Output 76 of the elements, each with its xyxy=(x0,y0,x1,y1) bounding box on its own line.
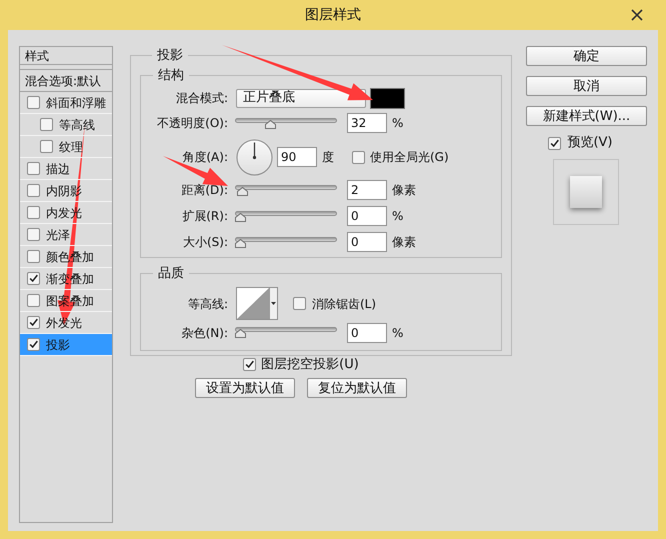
group-title: 结构 xyxy=(157,66,185,84)
input-field[interactable]: 0 xyxy=(347,322,387,342)
slider[interactable] xyxy=(235,118,337,128)
checkbox[interactable] xyxy=(548,136,562,150)
unit-label: 度 xyxy=(322,149,334,166)
preview-thumbnail xyxy=(553,159,619,225)
item-label: 等高线 xyxy=(59,116,95,134)
group-title: 品质 xyxy=(157,265,185,283)
field-label: 角度(A): xyxy=(181,149,229,166)
button[interactable]: 取消 xyxy=(526,76,647,96)
close-icon[interactable] xyxy=(630,8,644,22)
checkbox-label: 图层挖空投影(U) xyxy=(261,356,359,374)
slider[interactable] xyxy=(235,210,337,222)
list-item[interactable]: 图案叠加 xyxy=(20,290,112,312)
checkbox[interactable] xyxy=(27,294,40,307)
list-item[interactable]: 纹理 xyxy=(20,136,112,158)
checkbox[interactable] xyxy=(27,272,40,285)
button[interactable]: 确定 xyxy=(526,46,647,66)
field-label: 不透明度(O): xyxy=(156,115,229,132)
slider[interactable] xyxy=(235,236,337,248)
list-item[interactable]: 描边 xyxy=(20,158,112,180)
button[interactable]: 设置为默认值 xyxy=(195,378,295,398)
checkbox[interactable] xyxy=(27,250,40,263)
item-label: 描边 xyxy=(46,160,70,178)
checkbox-label: 消除锯齿(L) xyxy=(312,296,376,312)
item-label: 外发光 xyxy=(46,314,82,332)
input-field[interactable]: 0 xyxy=(347,206,387,226)
unit-label: % xyxy=(392,115,404,132)
checkbox[interactable] xyxy=(27,316,40,329)
item-label: 斜面和浮雕 xyxy=(46,94,106,112)
field-label: 扩展(R): xyxy=(181,208,229,225)
list-item[interactable]: 斜面和浮雕 xyxy=(20,92,112,114)
field-label: 等高线: xyxy=(186,296,229,312)
checkbox[interactable] xyxy=(27,228,40,241)
unit-label: 像素 xyxy=(392,234,416,251)
slider[interactable] xyxy=(235,327,337,338)
checkbox-label: 使用全局光(G) xyxy=(370,149,449,166)
list-item[interactable]: 等高线 xyxy=(20,114,112,136)
checkbox[interactable] xyxy=(40,140,53,153)
window-title: 图层样式 xyxy=(305,6,361,24)
unit-label: % xyxy=(392,208,404,225)
list-item[interactable]: 投影 xyxy=(20,334,112,356)
slider[interactable] xyxy=(235,184,337,196)
checkbox[interactable] xyxy=(27,162,40,175)
list-item[interactable]: 光泽 xyxy=(20,224,112,246)
button[interactable]: 复位为默认值 xyxy=(307,378,407,398)
item-label: 投影 xyxy=(46,336,70,354)
input-field[interactable]: 90 xyxy=(277,147,317,167)
list-item[interactable]: 混合选项:默认 xyxy=(20,69,112,92)
unit-label: % xyxy=(392,324,404,342)
item-label: 光泽 xyxy=(46,226,70,244)
checkbox[interactable] xyxy=(352,150,365,164)
field-label: 杂色(N): xyxy=(180,324,229,342)
field-label: 大小(S): xyxy=(182,234,229,251)
input-field[interactable]: 2 xyxy=(347,180,387,200)
field-label: 混合模式: xyxy=(174,90,229,107)
input-field[interactable]: 0 xyxy=(347,232,387,252)
checkbox[interactable] xyxy=(293,297,306,310)
checkbox[interactable] xyxy=(40,118,53,131)
field-label: 距离(D): xyxy=(180,182,229,199)
dropdown[interactable]: 正片叠底 xyxy=(236,88,366,108)
color-swatch[interactable] xyxy=(370,88,405,108)
input-field[interactable]: 32 xyxy=(347,113,387,133)
checkbox[interactable] xyxy=(27,96,40,109)
button[interactable]: 新建样式(W)... xyxy=(526,106,647,126)
unit-label: 像素 xyxy=(392,182,416,199)
checkbox[interactable] xyxy=(243,358,256,371)
checkbox[interactable] xyxy=(27,338,40,351)
checkbox[interactable] xyxy=(27,206,40,219)
checkbox[interactable] xyxy=(27,184,40,197)
item-label: 纹理 xyxy=(59,138,83,156)
checkbox-label: 预览(V) xyxy=(567,134,613,152)
list-header: 样式 xyxy=(20,47,112,65)
angle-dial[interactable] xyxy=(236,138,273,176)
item-label: 图案叠加 xyxy=(46,292,94,310)
group-title: 投影 xyxy=(156,47,184,65)
